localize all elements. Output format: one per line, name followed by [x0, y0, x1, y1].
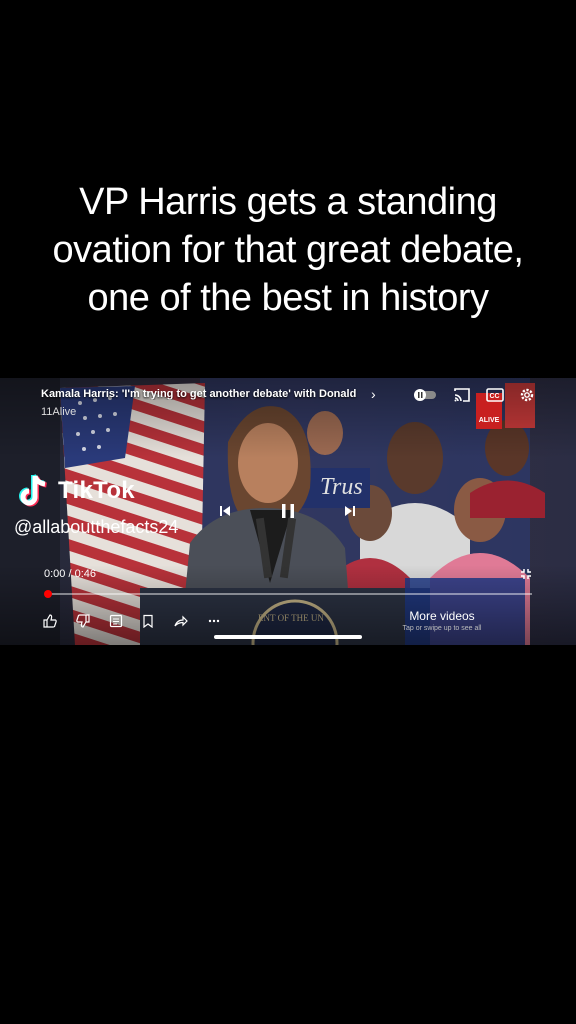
tiktok-watermark: TikTok [18, 473, 135, 509]
tiktok-brand: TikTok [58, 477, 135, 504]
tiktok-logo-icon [19, 474, 47, 507]
settings-icon[interactable] [518, 387, 536, 403]
next-icon[interactable] [344, 505, 356, 517]
more-videos-label: More videos [409, 609, 475, 623]
like-icon[interactable] [43, 614, 57, 628]
previous-icon[interactable] [219, 505, 231, 517]
progress-knob[interactable] [44, 590, 52, 598]
svg-text:CC: CC [490, 393, 500, 400]
chevron-right-icon[interactable]: › [371, 386, 376, 402]
time-display: 0:00 / 0:46 [44, 568, 96, 580]
overlay-caption: VP Harris gets a standing ovation for th… [52, 181, 524, 319]
progress-bar[interactable] [48, 593, 532, 595]
comments-icon[interactable] [109, 614, 123, 628]
save-icon[interactable] [141, 614, 155, 628]
home-indicator[interactable] [214, 635, 362, 639]
video-title[interactable]: Kamala Harris: 'I'm trying to get anothe… [41, 388, 367, 400]
cast-icon[interactable] [453, 387, 471, 403]
captions-icon[interactable]: CC [486, 387, 504, 403]
channel-name[interactable]: 11Alive [41, 406, 76, 418]
fullscreen-icon[interactable] [520, 568, 532, 580]
pause-icon[interactable] [280, 503, 296, 519]
autoplay-toggle-icon[interactable] [413, 387, 437, 403]
more-videos-button[interactable]: More videos Tap or swipe up to see all [398, 609, 486, 632]
share-icon[interactable] [174, 614, 188, 628]
more-videos-hint: Tap or swipe up to see all [402, 625, 482, 632]
dislike-icon[interactable] [76, 614, 90, 628]
tiktok-username: @allaboutthefacts24 [14, 517, 179, 537]
more-icon[interactable] [207, 614, 221, 628]
